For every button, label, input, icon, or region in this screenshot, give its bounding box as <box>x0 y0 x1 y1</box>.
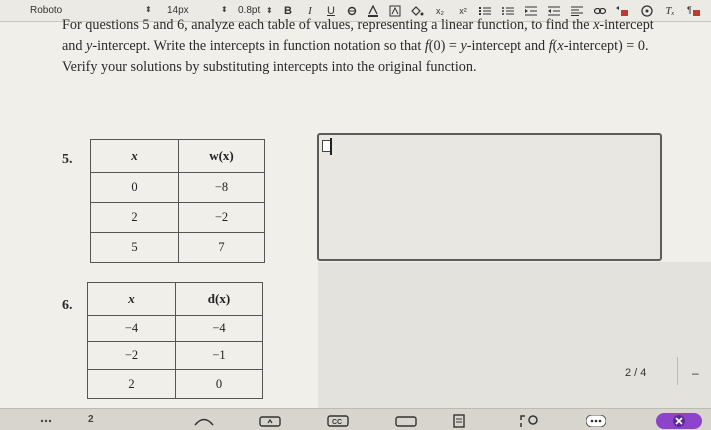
table-cell: 2 <box>90 202 179 233</box>
window-icon[interactable] <box>394 412 418 430</box>
font-family-chevron-icon[interactable]: ⬍ <box>145 5 152 14</box>
table-header-wx: w(x) <box>178 139 265 173</box>
table-header-x: x <box>87 282 176 316</box>
table-header-dx: d(x) <box>175 282 263 316</box>
table-row: 2 0 <box>87 369 263 399</box>
table-cell: −1 <box>175 341 263 370</box>
text-cursor <box>330 138 332 155</box>
right-panel <box>318 262 711 408</box>
special-characters-icon[interactable]: ¶ <box>686 3 702 19</box>
upload-icon[interactable] <box>258 412 282 430</box>
table-cell: 5 <box>90 232 179 263</box>
notification-badge: 2 <box>88 413 94 425</box>
close-button[interactable] <box>655 412 703 430</box>
font-family-select[interactable]: Roboto <box>30 5 62 16</box>
bottom-toolbar: 2 CC <box>0 408 711 430</box>
captions-icon[interactable]: CC <box>326 412 350 430</box>
document-icon[interactable] <box>452 412 466 430</box>
page-counter: 2 / 4 <box>625 367 647 379</box>
table-row: −4 −4 <box>87 315 263 342</box>
table-cell: −4 <box>175 315 263 342</box>
shape-tool-icon[interactable] <box>193 412 215 430</box>
table-row: 0 −8 <box>90 172 265 203</box>
table-row: 2 −2 <box>90 202 265 233</box>
answer-text-box[interactable] <box>317 133 662 261</box>
table-row: −2 −1 <box>87 341 263 370</box>
question-5-table: x w(x) 0 −8 2 −2 5 7 <box>90 139 265 263</box>
svg-text:CC: CC <box>332 419 342 426</box>
instructions-paragraph: For questions 5 and 6, analyze each tabl… <box>62 17 654 75</box>
line-spacing-chevron-icon[interactable]: ⬍ <box>266 6 273 15</box>
table-cell: 7 <box>178 232 265 263</box>
table-header-x: x <box>90 139 179 173</box>
question-6-table: x d(x) −4 −4 −2 −1 2 0 <box>87 282 263 399</box>
screen-capture-icon[interactable] <box>518 412 540 430</box>
table-cell: 0 <box>90 172 179 203</box>
pager-divider <box>677 357 678 385</box>
table-cell: −2 <box>87 341 176 370</box>
table-cell: 0 <box>175 369 263 399</box>
svg-text:¶: ¶ <box>687 5 692 15</box>
question-6-number: 6. <box>62 298 73 313</box>
collapse-button[interactable]: – <box>692 366 699 380</box>
table-cell: −8 <box>178 172 265 203</box>
table-row: 5 7 <box>90 232 265 263</box>
clear-format-button[interactable]: Tₓ <box>662 3 678 19</box>
pointer-dots-icon[interactable] <box>40 412 52 430</box>
more-options-icon[interactable] <box>585 412 607 430</box>
table-cell: −4 <box>87 315 176 342</box>
question-5-number: 5. <box>62 152 73 167</box>
table-cell: −2 <box>178 202 265 233</box>
table-cell: 2 <box>87 369 176 399</box>
font-size-chevron-icon[interactable]: ⬍ <box>221 5 228 14</box>
